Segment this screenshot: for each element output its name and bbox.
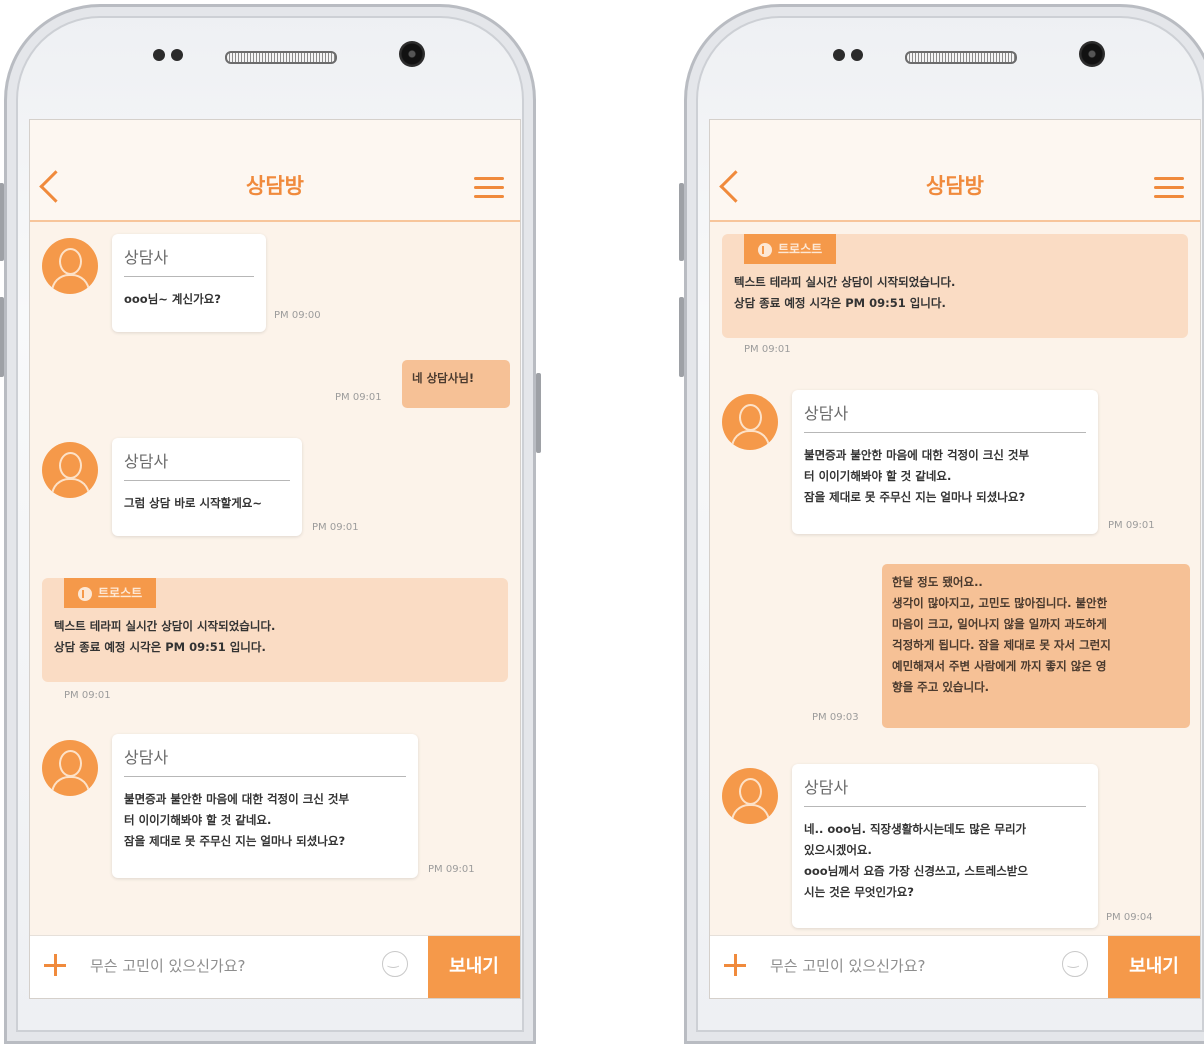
message-time: PM 09:01: [428, 864, 475, 875]
volume-up-button: [679, 183, 684, 261]
message-text: 네.. ooo님. 직장생활하시는데도 많은 무리가 있으시겠어요. ooo님께…: [804, 822, 1028, 899]
speaker-grill: [905, 51, 1017, 64]
phone-left: 상담방 상담사 ooo님~ 계신가요? PM 09:00 PM 09:01 네 …: [0, 4, 541, 1044]
incoming-message: 상담사 불면증과 불안한 마음에 대한 걱정이 크신 것부 터 이이기해봐야 할…: [112, 734, 418, 878]
message-time: PM 09:01: [335, 392, 382, 403]
brand-logo-icon: [78, 586, 92, 601]
message-time: PM 09:03: [812, 712, 859, 723]
send-button[interactable]: 보내기: [1108, 936, 1200, 998]
brand-name: 트로스트: [778, 242, 823, 256]
screen: 상담방 상담사 ooo님~ 계신가요? PM 09:00 PM 09:01 네 …: [29, 119, 521, 999]
phone-right: 상담방 트로스트 텍스트 테라피 실시간 상담이 시작되었습니다. 상담 종료 …: [679, 4, 1204, 1044]
outgoing-message: 한달 정도 됐어요.. 생각이 많아지고, 고민도 많아집니다. 불안한 마음이…: [882, 564, 1190, 728]
message-time: PM 09:00: [274, 310, 321, 321]
power-button: [536, 373, 541, 453]
app-header: 상담방: [710, 120, 1200, 222]
counselor-avatar: [722, 394, 778, 450]
system-notice: 트로스트 텍스트 테라피 실시간 상담이 시작되었습니다. 상담 종료 예정 시…: [722, 234, 1188, 338]
phone-top-bezel: [687, 37, 1204, 77]
hamburger-menu-icon[interactable]: [1154, 177, 1184, 198]
sensor-dots: [833, 49, 869, 61]
system-notice: 트로스트 텍스트 테라피 실시간 상담이 시작되었습니다. 상담 종료 예정 시…: [42, 578, 508, 682]
outgoing-message: 네 상담사님!: [402, 360, 510, 408]
sender-name: 상담사: [124, 448, 290, 481]
message-time: PM 09:01: [312, 522, 359, 533]
message-time: PM 09:04: [1106, 912, 1153, 923]
message-text: 그럼 상담 바로 시작할게요~: [124, 496, 263, 510]
message-input[interactable]: [768, 950, 1042, 982]
notice-text: 텍스트 테라피 실시간 상담이 시작되었습니다. 상담 종료 예정 시각은 PM…: [54, 619, 276, 654]
phone-top-bezel: [7, 37, 533, 77]
hamburger-menu-icon[interactable]: [474, 177, 504, 198]
incoming-message: 상담사 불면증과 불안한 마음에 대한 걱정이 크신 것부 터 이이기해봐야 할…: [792, 390, 1098, 534]
message-time: PM 09:01: [1108, 520, 1155, 531]
counselor-avatar: [42, 740, 98, 796]
counselor-avatar: [42, 238, 98, 294]
sender-name: 상담사: [804, 400, 1086, 433]
front-camera-icon: [1079, 41, 1105, 67]
brand-badge: 트로스트: [744, 234, 837, 264]
message-input-bar: 보내기: [30, 935, 520, 998]
brand-name: 트로스트: [98, 586, 143, 600]
chat-area[interactable]: 상담사 ooo님~ 계신가요? PM 09:00 PM 09:01 네 상담사님…: [30, 222, 520, 936]
message-text: 불면증과 불안한 마음에 대한 걱정이 크신 것부 터 이이기해봐야 할 것 같…: [804, 448, 1030, 504]
notice-text: 텍스트 테라피 실시간 상담이 시작되었습니다. 상담 종료 예정 시각은 PM…: [734, 275, 956, 310]
message-text: ooo님~ 계신가요?: [124, 292, 221, 306]
page-title: 상담방: [926, 174, 984, 198]
incoming-message: 상담사 네.. ooo님. 직장생활하시는데도 많은 무리가 있으시겠어요. o…: [792, 764, 1098, 928]
message-time: PM 09:01: [64, 690, 111, 701]
screen: 상담방 트로스트 텍스트 테라피 실시간 상담이 시작되었습니다. 상담 종료 …: [709, 119, 1201, 999]
sender-name: 상담사: [804, 774, 1086, 807]
speaker-grill: [225, 51, 337, 64]
emoji-icon[interactable]: [1062, 951, 1088, 977]
message-input[interactable]: [88, 950, 362, 982]
incoming-message: 상담사 ooo님~ 계신가요?: [112, 234, 266, 332]
front-camera-icon: [399, 41, 425, 67]
counselor-avatar: [42, 442, 98, 498]
add-attachment-icon[interactable]: [44, 954, 66, 976]
volume-up-button: [0, 183, 4, 261]
app-header: 상담방: [30, 120, 520, 222]
page-title: 상담방: [246, 174, 304, 198]
sender-name: 상담사: [124, 244, 254, 277]
message-text: 불면증과 불안한 마음에 대한 걱정이 크신 것부 터 이이기해봐야 할 것 같…: [124, 792, 350, 848]
emoji-icon[interactable]: [382, 951, 408, 977]
add-attachment-icon[interactable]: [724, 954, 746, 976]
counselor-avatar: [722, 768, 778, 824]
send-button[interactable]: 보내기: [428, 936, 520, 998]
sender-name: 상담사: [124, 744, 406, 777]
volume-down-button: [679, 297, 684, 377]
sensor-dots: [153, 49, 189, 61]
volume-down-button: [0, 297, 4, 377]
incoming-message: 상담사 그럼 상담 바로 시작할게요~: [112, 438, 302, 536]
message-time: PM 09:01: [744, 344, 791, 355]
chat-area[interactable]: 트로스트 텍스트 테라피 실시간 상담이 시작되었습니다. 상담 종료 예정 시…: [710, 222, 1200, 936]
message-input-bar: 보내기: [710, 935, 1200, 998]
brand-badge: 트로스트: [64, 578, 157, 608]
brand-logo-icon: [758, 242, 772, 257]
